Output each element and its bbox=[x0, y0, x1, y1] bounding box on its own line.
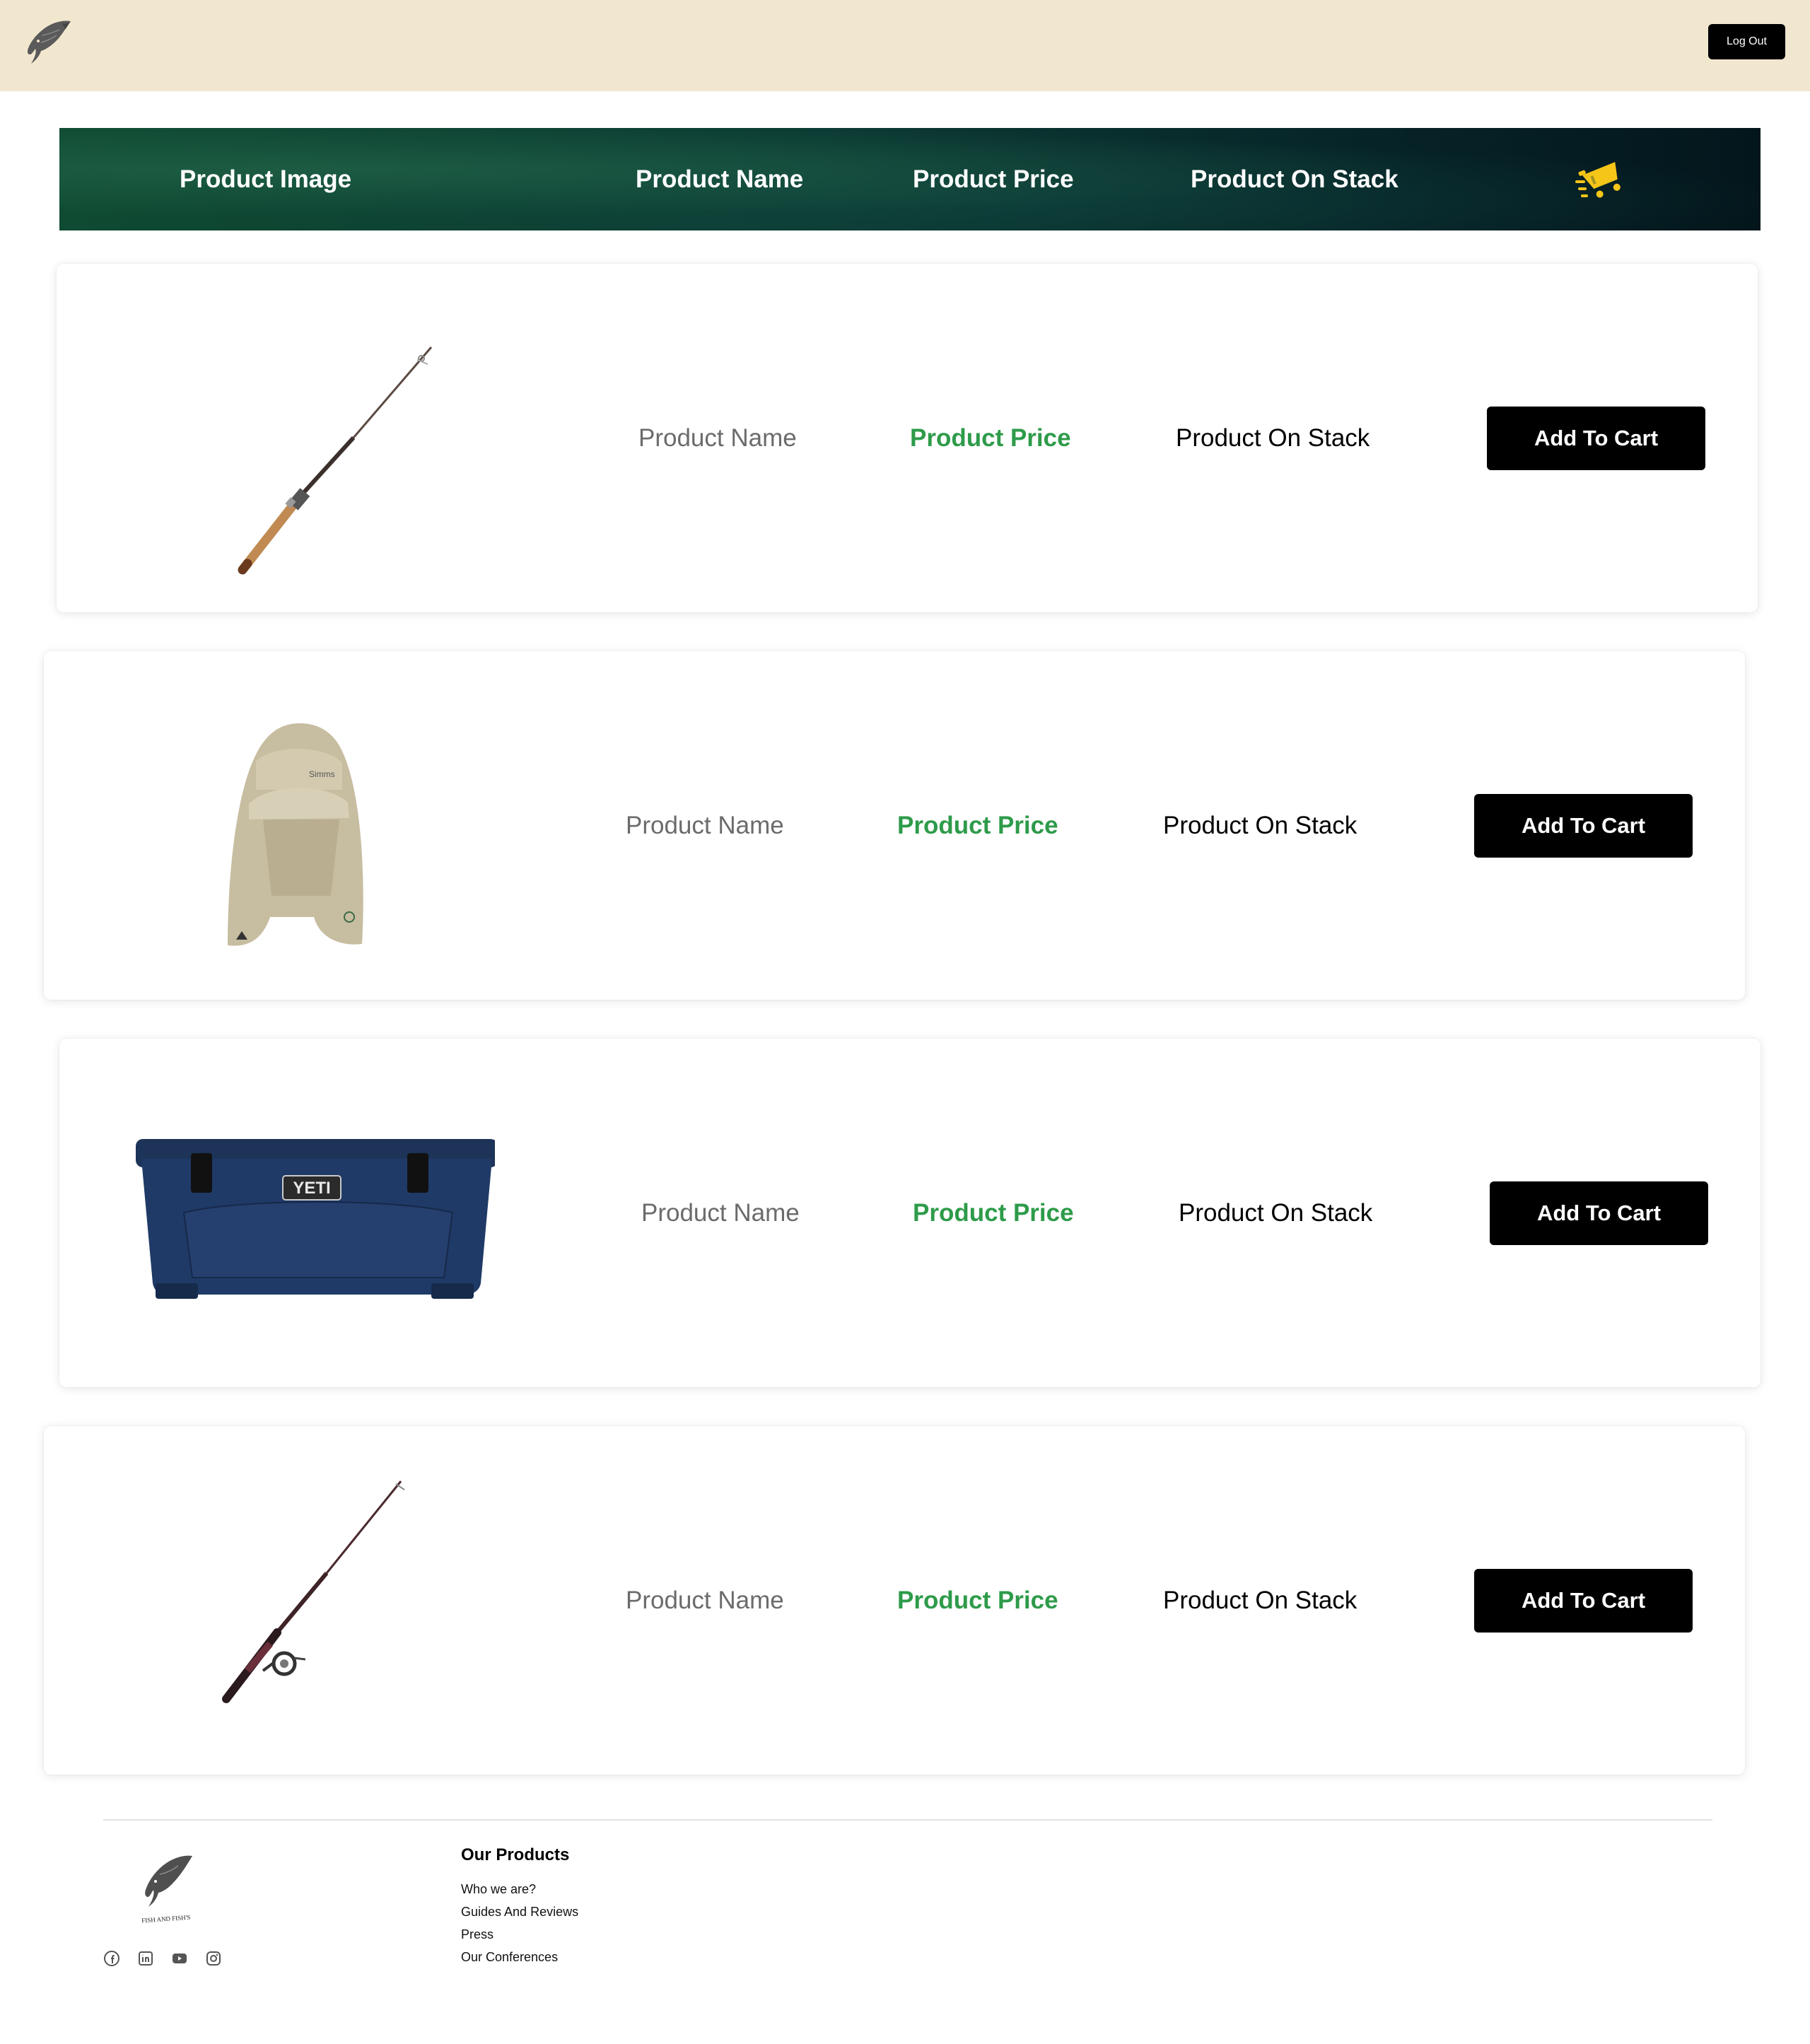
product-stock: Product On Stack bbox=[1176, 424, 1370, 452]
footer-link-press[interactable]: Press bbox=[461, 1927, 494, 1942]
fish-logo-icon[interactable] bbox=[21, 17, 75, 71]
facebook-icon[interactable] bbox=[103, 1950, 120, 1967]
add-to-cart-button[interactable]: Add To Cart bbox=[1474, 1569, 1693, 1633]
product-stock: Product On Stack bbox=[1163, 1586, 1358, 1614]
cooler-brand-label: YETI bbox=[293, 1179, 330, 1198]
product-stock: Product On Stack bbox=[1163, 811, 1358, 839]
footer-link-who-we-are[interactable]: Who we are? bbox=[461, 1882, 536, 1897]
sun-hat-image: Simms bbox=[228, 723, 363, 946]
footer-divider bbox=[103, 1819, 1712, 1821]
cooler-image: YETI bbox=[136, 1139, 495, 1299]
add-to-cart-button[interactable]: Add To Cart bbox=[1474, 794, 1693, 858]
footer-heading: Our Products bbox=[461, 1845, 570, 1864]
product-price: Product Price bbox=[897, 1586, 1058, 1614]
product-row: Product Name Product Price Product On St… bbox=[57, 264, 1758, 612]
add-to-cart-button[interactable]: Add To Cart bbox=[1490, 1181, 1708, 1245]
youtube-icon[interactable] bbox=[171, 1950, 188, 1967]
product-stock: Product On Stack bbox=[1179, 1198, 1373, 1227]
rod-and-reel-image bbox=[222, 1481, 405, 1703]
linkedin-icon[interactable] bbox=[137, 1950, 154, 1967]
product-name: Product Name bbox=[626, 1586, 784, 1614]
add-to-cart-button[interactable]: Add To Cart bbox=[1487, 407, 1705, 470]
product-price: Product Price bbox=[913, 1198, 1074, 1227]
product-row: YETI Product Name Product Price Product … bbox=[59, 1039, 1761, 1387]
product-name: Product Name bbox=[638, 424, 797, 452]
product-price: Product Price bbox=[897, 811, 1058, 839]
footer-link-guides[interactable]: Guides And Reviews bbox=[461, 1905, 578, 1920]
product-table-header: Product Image Product Name Product Price… bbox=[59, 128, 1761, 230]
cart-icon[interactable] bbox=[1575, 152, 1632, 206]
product-name: Product Name bbox=[641, 1198, 800, 1227]
column-header-image: Product Image bbox=[180, 165, 352, 193]
top-bar: Log Out bbox=[0, 0, 1810, 91]
instagram-icon[interactable] bbox=[205, 1950, 222, 1967]
spinning-rod-image bbox=[238, 346, 433, 575]
product-price: Product Price bbox=[910, 424, 1071, 452]
fish-and-fishs-logo-icon[interactable]: FISH AND FISH'S bbox=[127, 1850, 205, 1928]
svg-text:Simms: Simms bbox=[309, 769, 335, 779]
product-row: Simms Product Name Product Price Product… bbox=[44, 651, 1745, 1000]
footer-link-conferences[interactable]: Our Conferences bbox=[461, 1950, 558, 1965]
product-row: Product Name Product Price Product On St… bbox=[44, 1426, 1745, 1775]
logout-button[interactable]: Log Out bbox=[1708, 24, 1785, 59]
product-name: Product Name bbox=[626, 811, 784, 839]
column-header-stock: Product On Stack bbox=[1191, 165, 1399, 193]
column-header-price: Product Price bbox=[913, 165, 1074, 193]
svg-text:FISH AND FISH'S: FISH AND FISH'S bbox=[141, 1914, 191, 1925]
column-header-name: Product Name bbox=[636, 165, 804, 193]
